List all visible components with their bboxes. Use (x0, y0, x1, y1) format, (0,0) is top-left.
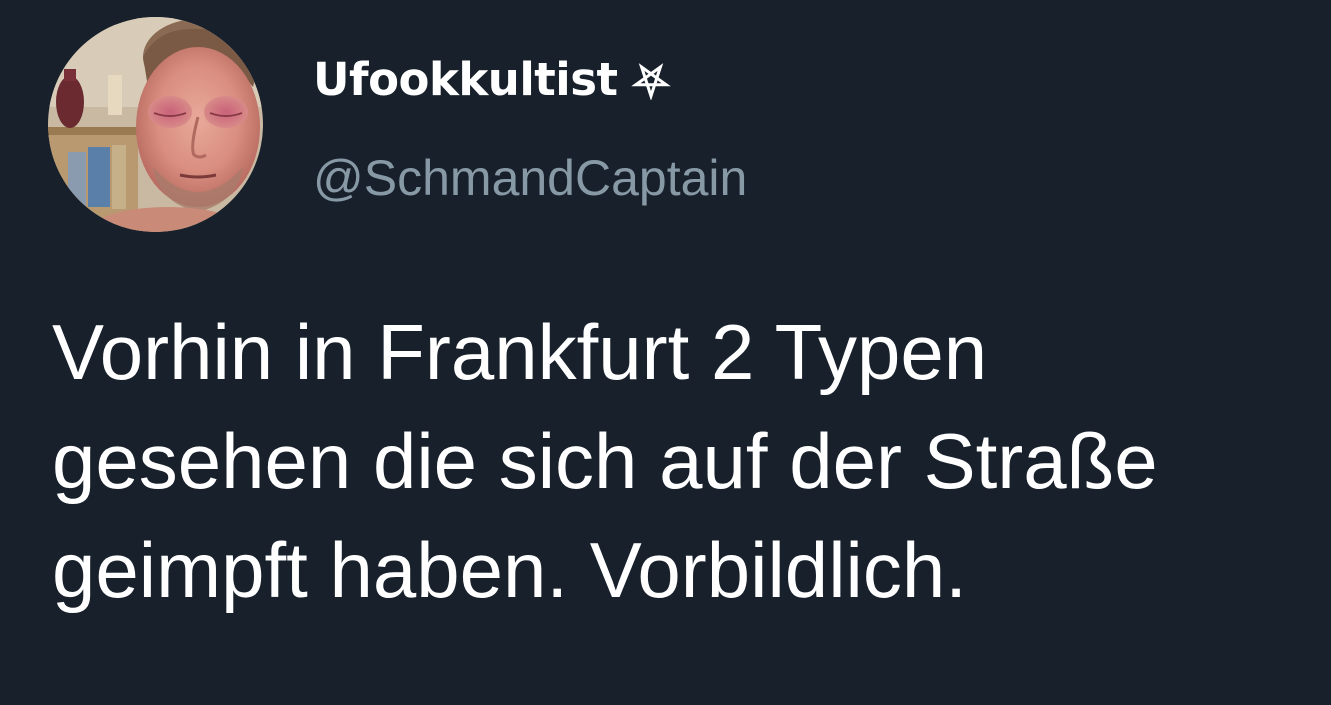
author-handle[interactable]: @SchmandCaptain (313, 148, 747, 208)
avatar[interactable] (48, 17, 263, 232)
tweet-card: Ufookkultist @SchmandCaptain Vorhin in F… (0, 0, 1331, 705)
tweet-text-line: gesehen die sich auf der Straße (52, 417, 1158, 505)
inverted-pentagram-icon (630, 58, 672, 100)
author-display-name[interactable]: Ufookkultist (313, 53, 618, 106)
tweet-text-line: geimpft haben. Vorbildlich. (52, 526, 967, 614)
tweet-text-line: Vorhin in Frankfurt 2 Typen (52, 308, 988, 396)
avatar-photo (48, 17, 263, 232)
tweet-text: Vorhin in Frankfurt 2 Typen gesehen die … (52, 298, 1312, 625)
author-name-row: Ufookkultist (313, 48, 672, 110)
